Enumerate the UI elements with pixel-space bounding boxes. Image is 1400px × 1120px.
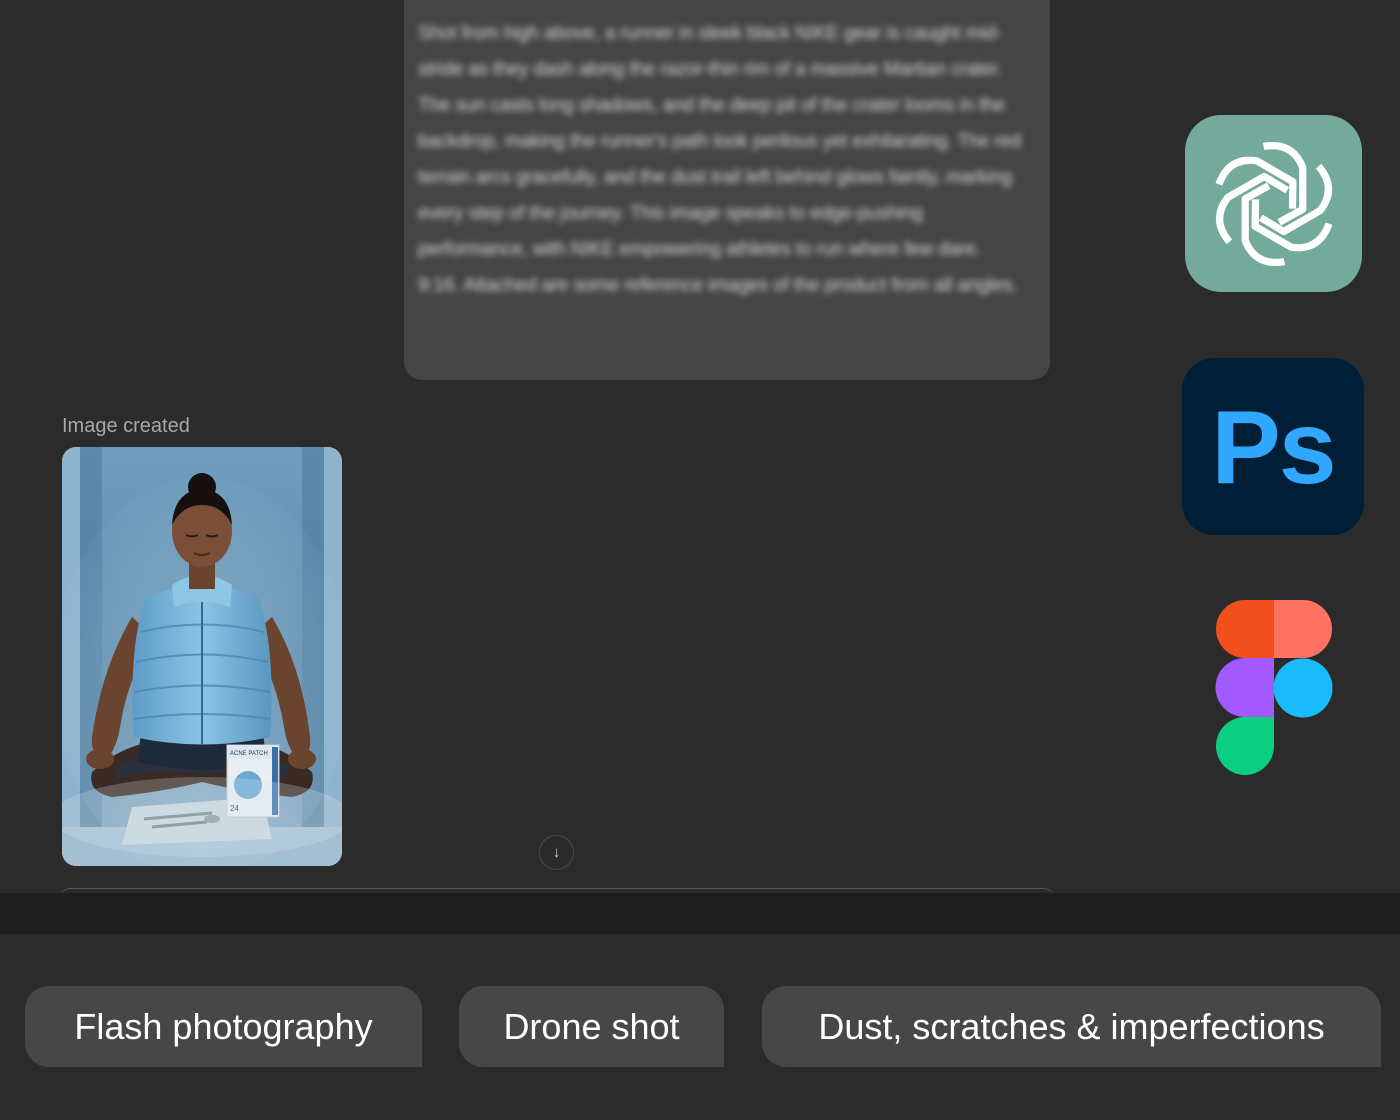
figma-logo-icon <box>1215 600 1333 775</box>
photoshop-label: Ps <box>1211 390 1336 506</box>
product-box-label: ACNE PATCH <box>230 751 268 757</box>
image-created-label: Image created <box>62 415 190 437</box>
figma-app-icon[interactable] <box>1214 600 1334 778</box>
chatgpt-logo-icon <box>1206 141 1342 272</box>
scroll-down-button[interactable]: ↓ <box>539 835 574 870</box>
divider-band <box>0 893 1400 934</box>
generated-image-illustration: ACNE PATCH 24 <box>62 447 342 866</box>
chat-area: Shot from high above, a runner in sleek … <box>0 0 1400 893</box>
user-prompt-bubble: Shot from high above, a runner in sleek … <box>404 0 1050 380</box>
chip-dust-scratches[interactable]: Dust, scratches & imperfections <box>762 986 1381 1067</box>
photoshop-app-icon[interactable]: Ps <box>1182 358 1364 535</box>
suggestion-chips: Flash photography Drone shot Dust, scrat… <box>0 934 1400 1120</box>
chip-flash-photography[interactable]: Flash photography <box>25 986 422 1067</box>
prompt-text: Shot from high above, a runner in sleek … <box>418 23 1022 296</box>
chatgpt-app-icon[interactable] <box>1185 115 1362 292</box>
arrow-down-icon: ↓ <box>552 844 561 861</box>
generated-image[interactable]: ACNE PATCH 24 <box>62 447 342 866</box>
chip-drone-shot[interactable]: Drone shot <box>459 986 724 1067</box>
